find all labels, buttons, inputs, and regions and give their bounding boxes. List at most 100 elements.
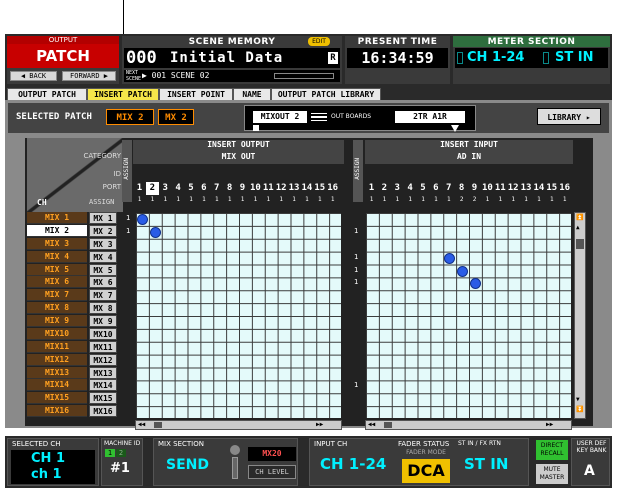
output-patch-panel: OUTPUT PATCH ◀ BACK FORWARD ▶ xyxy=(7,36,119,84)
column-port: 1 xyxy=(317,196,322,203)
routing-via: OUT BOARDS xyxy=(331,113,372,120)
input-ch-button[interactable]: CH 1-24 xyxy=(320,455,386,473)
ch-header: CH xyxy=(37,198,47,207)
meter-ch-button[interactable]: CH 1-24 xyxy=(467,48,524,68)
scroll-bottom-icon[interactable]: ⏬ xyxy=(576,407,584,413)
tab-output-patch[interactable]: OUTPUT PATCH xyxy=(7,88,87,100)
ch-level-button[interactable]: CH LEVEL xyxy=(248,465,296,479)
right-row-mark: 1 xyxy=(354,265,359,274)
scroll-top-icon[interactable]: ⏫ xyxy=(576,215,584,221)
column-port: 1 xyxy=(562,196,567,203)
right-patch-grid[interactable] xyxy=(365,212,572,419)
row-channel-label[interactable]: MIX 2 xyxy=(27,224,87,237)
row-assign-label[interactable]: MX 5 xyxy=(89,263,117,276)
left-horizontal-thumb[interactable] xyxy=(154,422,162,428)
right-marks: 1 1 1 1 1 xyxy=(353,212,363,419)
row-labels: MIX 1 MX 1 MIX 2 MX 2 MIX 3 MX 3 MIX 4 MX 4 MIX … xyxy=(27,212,123,419)
patch-point[interactable] xyxy=(444,252,456,264)
scene-memory-panel[interactable]: SCENE MEMORY EDIT 000 Initial Data R NEX… xyxy=(122,36,342,84)
send-button[interactable]: SEND xyxy=(166,457,209,473)
meter-stin-button[interactable]: ST IN xyxy=(555,48,593,68)
scroll-down-icon[interactable]: ▼ xyxy=(576,397,584,403)
row-assign-label[interactable]: MX10 xyxy=(89,327,117,340)
tab-insert-point[interactable]: INSERT POINT xyxy=(159,88,233,100)
stin-button[interactable]: ST IN xyxy=(464,455,508,473)
row-assign-label[interactable]: MX 9 xyxy=(89,315,117,327)
right-horizontal-thumb[interactable] xyxy=(384,422,392,428)
row-assign-label[interactable]: MX 4 xyxy=(89,250,117,263)
row-channel-label[interactable]: MIX14 xyxy=(27,379,87,392)
row-channel-label[interactable]: MIX 6 xyxy=(27,276,87,289)
machine-id-1: 1 xyxy=(105,449,115,457)
row-channel-label[interactable]: MIX15 xyxy=(27,392,87,405)
patch-point[interactable] xyxy=(470,278,481,290)
library-arrow-icon: ▸ xyxy=(585,113,591,122)
direct-recall-button[interactable]: DIRECT RECALL xyxy=(536,440,568,460)
user-def-label: USER DEF KEY BANK xyxy=(576,440,607,454)
row-channel-label[interactable]: MIX 9 xyxy=(27,315,87,327)
vertical-scroll-thumb[interactable] xyxy=(576,239,584,249)
id-label: ID xyxy=(113,170,121,178)
right-scroll-last-icon[interactable]: ▶▶ xyxy=(546,421,553,429)
patch-point[interactable] xyxy=(457,265,469,277)
back-button[interactable]: ◀ BACK xyxy=(10,71,57,81)
right-scroll-first-icon[interactable]: ◀◀ xyxy=(368,421,375,429)
row-assign-label[interactable]: MX 7 xyxy=(89,289,117,302)
row-assign-label[interactable]: MX11 xyxy=(89,340,117,353)
user-def-panel: USER DEF KEY BANK A xyxy=(571,438,610,486)
header: OUTPUT PATCH ◀ BACK FORWARD ▶ SCENE MEMO… xyxy=(5,34,612,86)
row-assign-label[interactable]: MX 3 xyxy=(89,237,117,250)
right-horizontal-scrollbar[interactable]: ◀◀ ▶▶ xyxy=(365,420,572,430)
patch-point[interactable] xyxy=(149,226,161,238)
row-assign-label[interactable]: MX15 xyxy=(89,392,117,405)
left-assign-vertical: ASSIGN xyxy=(122,140,132,202)
user-def-bank[interactable]: A xyxy=(584,463,595,479)
column-number: 14 xyxy=(301,183,313,193)
column-number: 8 xyxy=(226,183,233,193)
row-channel-label[interactable]: MIX11 xyxy=(27,340,87,353)
row-assign-label[interactable]: MX12 xyxy=(89,353,117,366)
left-horizontal-scrollbar[interactable]: ◀◀ ▶▶ xyxy=(135,420,342,430)
row-assign-label[interactable]: MX16 xyxy=(89,405,117,418)
library-button[interactable]: LIBRARY ▸ xyxy=(537,108,601,125)
row-assign-label[interactable]: MX 1 xyxy=(89,212,117,224)
row-channel-label[interactable]: MIX 4 xyxy=(27,250,87,263)
column-number: 10 xyxy=(249,183,261,193)
row-assign-label[interactable]: MX13 xyxy=(89,366,117,379)
selected-ch-display: CH 1 ch 1 xyxy=(11,450,95,484)
row-channel-label[interactable]: MIX 3 xyxy=(27,237,87,250)
r-flag: R xyxy=(328,52,338,64)
column-port: 1 xyxy=(266,196,271,203)
scroll-up-icon[interactable]: ▲ xyxy=(576,225,584,231)
patch-point[interactable] xyxy=(137,214,148,225)
row-channel-label[interactable]: MIX 1 xyxy=(27,212,87,224)
tab-insert-patch[interactable]: INSERT PATCH xyxy=(87,88,159,100)
tab-output-patch-library[interactable]: OUTPUT PATCH LIBRARY xyxy=(271,88,381,100)
fader-mode-dca[interactable]: DCA xyxy=(402,459,450,483)
column-port: 1 xyxy=(485,196,490,203)
tab-name[interactable]: NAME xyxy=(233,88,271,100)
row-channel-label[interactable]: MIX13 xyxy=(27,366,87,379)
left-scroll-first-icon[interactable]: ◀◀ xyxy=(138,421,145,429)
column-port: 1 xyxy=(227,196,232,203)
row-assign-label[interactable]: MX 6 xyxy=(89,276,117,289)
mute-master-button[interactable]: MUTE MASTER xyxy=(536,464,568,484)
row-channel-label[interactable]: MIX12 xyxy=(27,353,87,366)
row-assign-label[interactable]: MX14 xyxy=(89,379,117,392)
vertical-scrollbar[interactable]: ⏫ ▲ ▼ ⏬ xyxy=(574,212,586,419)
next-scene-value: ▶ 001 SCENE 02 xyxy=(142,71,210,80)
row-channel-label[interactable]: MIX 7 xyxy=(27,289,87,302)
forward-button[interactable]: FORWARD ▶ xyxy=(62,71,116,81)
row-assign-label[interactable]: MX 2 xyxy=(89,224,117,237)
row-channel-label[interactable]: MIX16 xyxy=(27,405,87,418)
row-channel-label[interactable]: MIX 5 xyxy=(27,263,87,276)
left-patch-grid[interactable] xyxy=(135,212,342,419)
right-column-numbers: 1 1 2 1 3 1 4 1 5 1 6 1 7 1 8 2 9 2 10 1 11 1 12 1 13 1 14 1 15 1 16 1 xyxy=(365,182,576,208)
column-port: 2 xyxy=(472,196,477,203)
row-assign-label[interactable]: MX 8 xyxy=(89,302,117,315)
left-assign-text: ASSIGN xyxy=(123,158,130,180)
row-channel-label[interactable]: MIX10 xyxy=(27,327,87,340)
mix-target[interactable]: MX20 xyxy=(248,447,296,461)
left-scroll-last-icon[interactable]: ▶▶ xyxy=(316,421,323,429)
row-channel-label[interactable]: MIX 8 xyxy=(27,302,87,315)
